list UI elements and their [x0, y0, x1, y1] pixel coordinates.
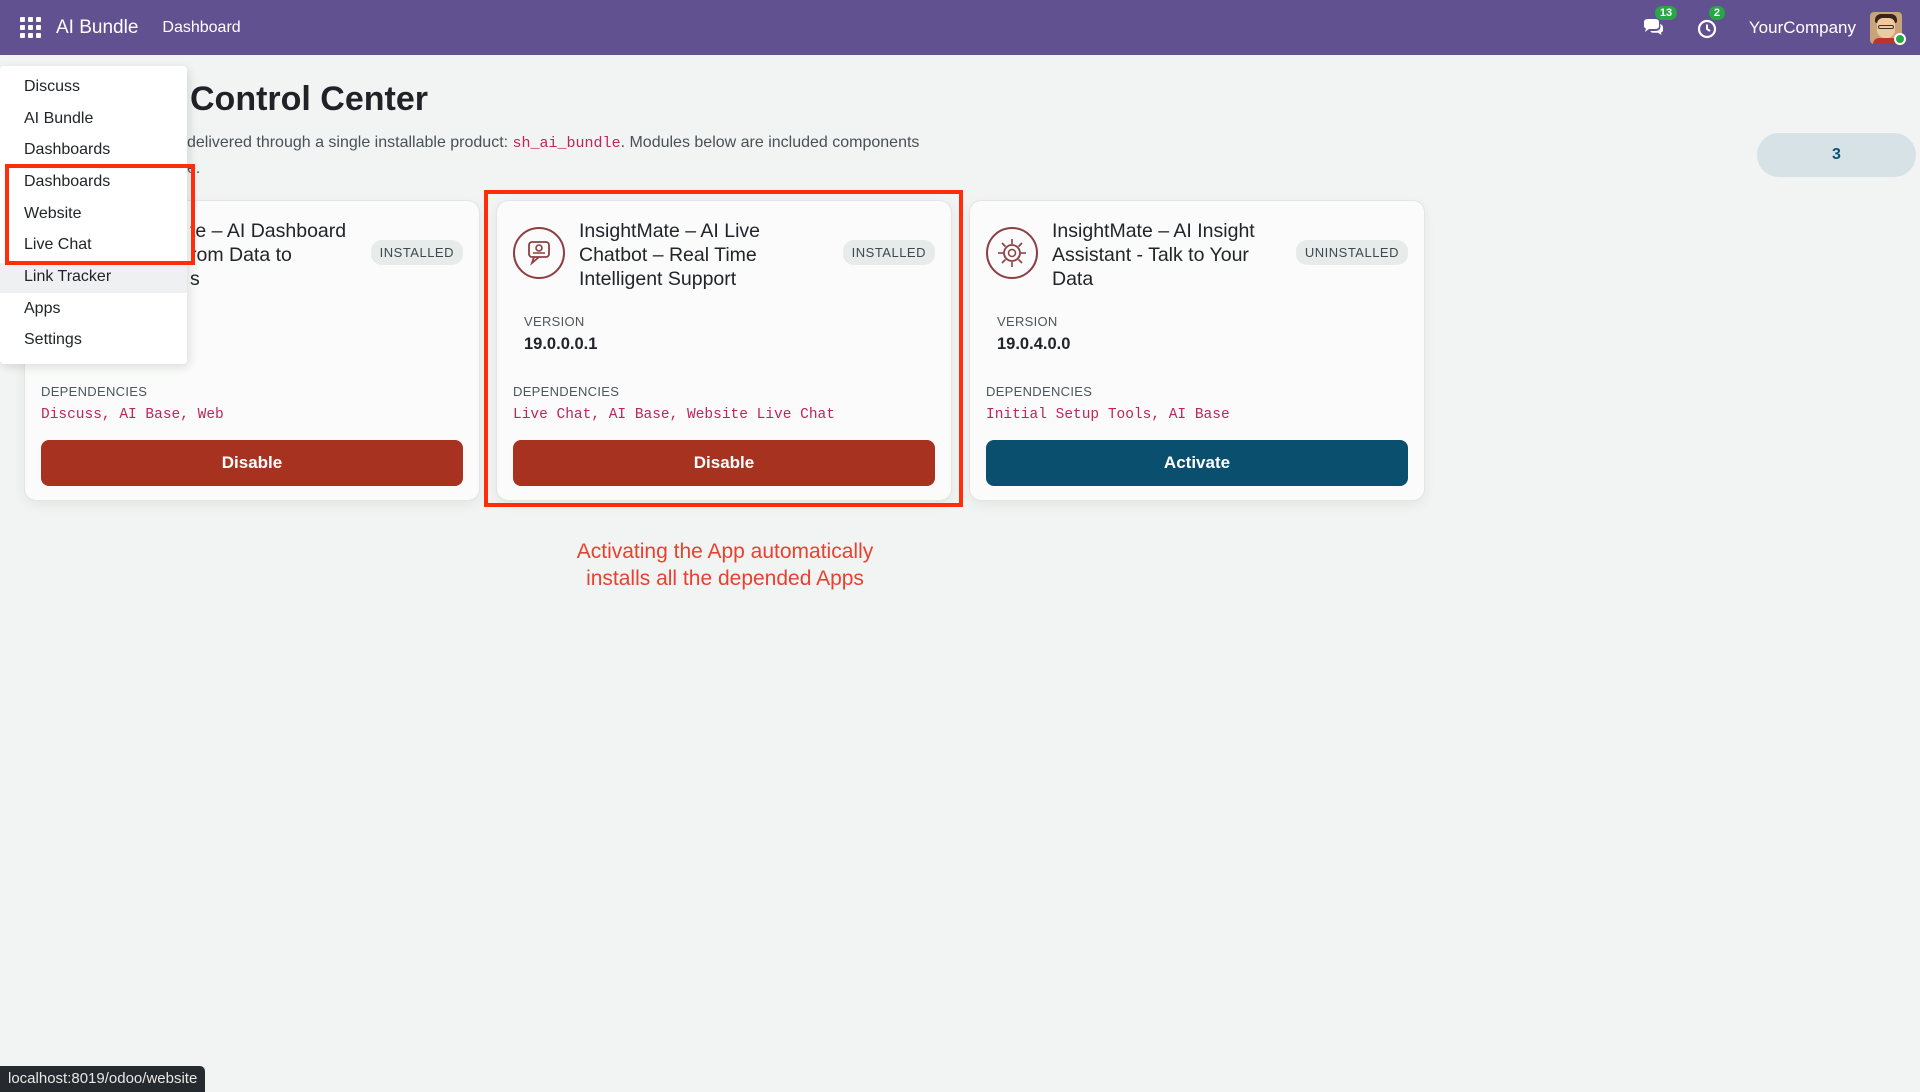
card-title: te – AI Dashboard rom Data to s [190, 220, 347, 290]
company-switcher[interactable]: YourCompany [1749, 18, 1856, 38]
ai-gear-icon [986, 227, 1038, 279]
version-value: 19.0.4.0.0 [997, 335, 1071, 353]
online-status-dot [1894, 33, 1906, 45]
activate-button[interactable]: Activate [986, 440, 1408, 486]
activities-button[interactable]: 2 [1695, 5, 1726, 40]
activities-count-badge: 2 [1708, 5, 1726, 20]
menu-item-ai-bundle[interactable]: AI Bundle [24, 110, 93, 128]
app-menu-grid-icon[interactable] [20, 16, 42, 39]
top-navbar: AI Bundle Dashboard 13 2 YourCompany [0, 0, 1920, 55]
annotation-note: Activating the App automatically install… [576, 540, 874, 590]
product-code: sh_ai_bundle [512, 135, 621, 152]
menu-item-dashboards[interactable]: Dashboards [24, 141, 110, 159]
app-brand[interactable]: AI Bundle [56, 17, 138, 39]
dependencies-list: Initial Setup Tools, AI Base [986, 407, 1230, 423]
navbar-systray: 13 2 YourCompany [1641, 0, 1902, 55]
card-title: InsightMate – AI Insight Assistant - Tal… [1052, 220, 1255, 290]
disable-button[interactable]: Disable [41, 440, 463, 486]
menu-item-apps[interactable]: Apps [24, 300, 60, 318]
status-bar-url: localhost:8019/odoo/website [0, 1066, 206, 1092]
menu-item-settings[interactable]: Settings [24, 331, 82, 349]
highlight-box-card [484, 190, 963, 507]
dependencies-label: DEPENDENCIES [986, 384, 1093, 399]
page-subtitle: delivered through a single installable p… [187, 130, 1007, 181]
module-count-pill: 3 [1757, 133, 1916, 177]
dependencies-list: Discuss, AI Base, Web [41, 407, 224, 423]
menu-item-discuss[interactable]: Discuss [24, 78, 80, 96]
messages-button[interactable]: 13 [1641, 5, 1678, 40]
menu-item-link-tracker[interactable]: Link Tracker [24, 268, 111, 286]
status-badge: INSTALLED [370, 240, 463, 265]
messages-count-badge: 13 [1654, 5, 1678, 20]
subtitle-prefix: delivered through a single installable p… [187, 134, 509, 151]
version-label: VERSION [997, 314, 1058, 329]
module-card-insight-assistant: InsightMate – AI Insight Assistant - Tal… [969, 200, 1425, 501]
status-badge: UNINSTALLED [1295, 240, 1408, 265]
nav-dashboard-link[interactable]: Dashboard [162, 19, 240, 37]
highlight-box-menu [5, 164, 195, 265]
page-title: Control Center [190, 80, 428, 118]
subtitle-suffix: . Modules below are included components [620, 134, 920, 151]
dependencies-label: DEPENDENCIES [41, 384, 148, 399]
